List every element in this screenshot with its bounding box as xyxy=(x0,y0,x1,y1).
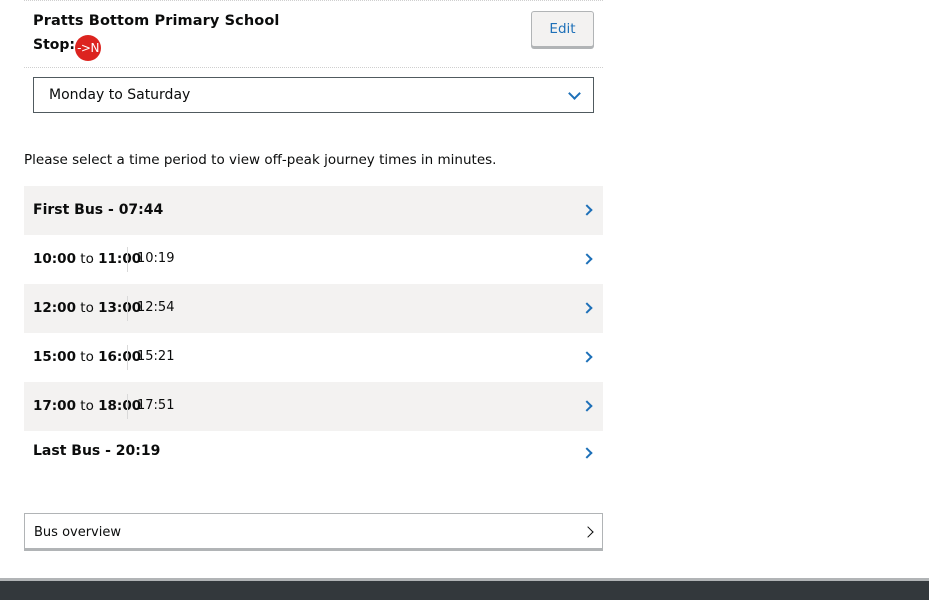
period-range: 10:00 to 11:00 xyxy=(33,251,142,267)
period-row[interactable]: 17:00 to 18:00 17:51 xyxy=(24,382,603,431)
period-range: 12:00 to 13:00 xyxy=(33,300,142,316)
period-row[interactable]: 12:00 to 13:00 12:54 xyxy=(24,284,603,333)
chevron-right-icon xyxy=(581,204,593,216)
stop-direction-badge: ->N xyxy=(75,35,101,61)
period-times: 15:21 xyxy=(137,349,175,364)
last-bus-label: Last Bus - 20:19 xyxy=(33,443,161,459)
page-footer xyxy=(0,578,929,600)
divider xyxy=(127,345,128,370)
chevron-down-icon xyxy=(568,87,581,100)
divider xyxy=(127,247,128,272)
stop-label: Stop: xyxy=(33,37,76,53)
chevron-right-icon xyxy=(581,302,593,314)
edit-button[interactable]: Edit xyxy=(531,11,594,47)
period-times: 10:19 xyxy=(137,251,175,266)
period-range: 17:00 to 18:00 xyxy=(33,398,142,414)
chevron-right-icon xyxy=(581,253,593,265)
bus-overview-link[interactable]: Bus overview xyxy=(24,513,603,551)
period-row[interactable]: 15:00 to 16:00 15:21 xyxy=(24,333,603,382)
stop-header: Pratts Bottom Primary School Stop: ->N E… xyxy=(24,0,603,68)
period-times: 17:51 xyxy=(137,398,175,413)
chevron-right-icon xyxy=(581,400,593,412)
instruction-text: Please select a time period to view off-… xyxy=(24,152,497,168)
chevron-right-icon xyxy=(582,526,594,538)
divider xyxy=(127,296,128,321)
bus-overview-label: Bus overview xyxy=(34,525,121,540)
chevron-right-icon xyxy=(581,447,593,459)
period-row[interactable]: 10:00 to 11:00 10:19 xyxy=(24,235,603,284)
day-select-value: Monday to Saturday xyxy=(49,87,191,103)
period-times: 12:54 xyxy=(137,300,175,315)
divider xyxy=(127,394,128,419)
period-range: 15:00 to 16:00 xyxy=(33,349,142,365)
first-bus-label: First Bus - 07:44 xyxy=(33,202,164,218)
day-select[interactable]: Monday to Saturday xyxy=(33,77,594,113)
time-period-list: First Bus - 07:44 10:00 to 11:00 10:19 1… xyxy=(24,186,603,475)
stop-name: Pratts Bottom Primary School xyxy=(33,13,280,29)
chevron-right-icon xyxy=(581,351,593,363)
first-bus-row[interactable]: First Bus - 07:44 xyxy=(24,186,603,235)
last-bus-row[interactable]: Last Bus - 20:19 xyxy=(24,431,603,475)
